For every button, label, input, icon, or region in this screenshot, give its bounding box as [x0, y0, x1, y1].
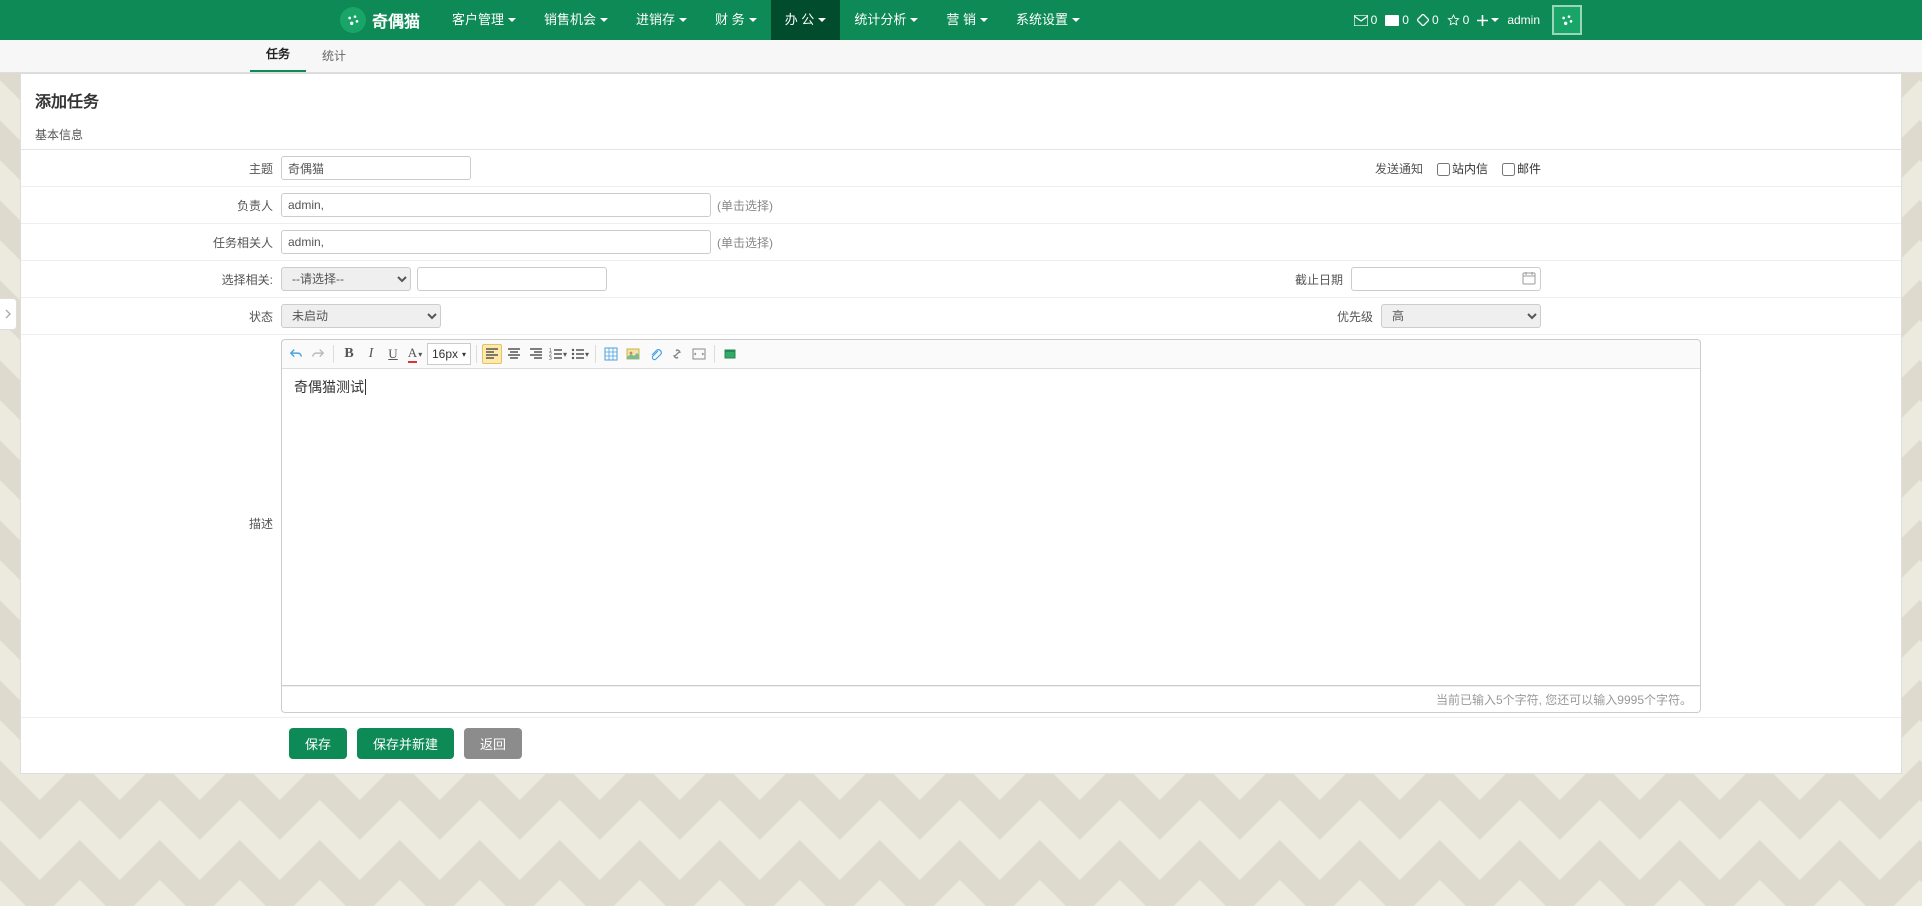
editor-body[interactable]: 奇偶猫测试 [281, 369, 1701, 686]
chevron-right-icon [3, 309, 13, 319]
fontsize-select[interactable]: 16px▾ [427, 343, 471, 365]
card-icon [1385, 15, 1399, 26]
align-right-icon[interactable] [526, 344, 546, 364]
nav-card[interactable]: 0 [1385, 13, 1409, 27]
link-icon[interactable] [667, 344, 687, 364]
subtab-1[interactable]: 统计 [306, 39, 362, 72]
checkbox-site[interactable] [1437, 163, 1450, 176]
nav-item-7[interactable]: 系统设置 [1002, 0, 1094, 40]
editor-charcount: 当前已输入5个字符, 您还可以输入9995个字符。 [281, 686, 1701, 713]
nav-item-6[interactable]: 营 销 [932, 0, 1002, 40]
section-basic-info: 基本信息 [21, 122, 1901, 150]
label-status: 状态 [21, 308, 281, 325]
owner-input[interactable] [281, 193, 711, 217]
nav-star[interactable]: 0 [1447, 13, 1470, 27]
nav-item-2[interactable]: 进销存 [622, 0, 701, 40]
nav-diamond[interactable]: 0 [1417, 13, 1439, 27]
fontcolor-icon[interactable]: A▾ [405, 344, 425, 364]
subnav: 任务统计 [0, 40, 1922, 73]
caret-down-icon [980, 18, 988, 22]
relation-select[interactable]: --请选择-- [281, 267, 411, 291]
nav-item-0[interactable]: 客户管理 [438, 0, 530, 40]
status-select[interactable]: 未启动 [281, 304, 441, 328]
checkbox-mail-wrap[interactable]: 邮件 [1496, 160, 1541, 177]
label-related: 任务相关人 [21, 234, 281, 251]
save-and-new-button[interactable]: 保存并新建 [357, 728, 454, 759]
label-owner: 负责人 [21, 197, 281, 214]
caret-down-icon [1072, 18, 1080, 22]
subtab-0[interactable]: 任务 [250, 37, 306, 72]
checkbox-site-wrap[interactable]: 站内信 [1431, 160, 1488, 177]
bold-icon[interactable]: B [339, 344, 359, 364]
calendar-icon[interactable] [1522, 271, 1536, 288]
back-button[interactable]: 返回 [464, 728, 522, 759]
label-subject: 主题 [21, 160, 281, 177]
unordered-list-icon[interactable]: ▾ [570, 344, 590, 364]
caret-down-icon [508, 18, 516, 22]
nav-user[interactable]: admin [1507, 13, 1540, 27]
caret-down-icon [679, 18, 687, 22]
nav-item-5[interactable]: 统计分析 [840, 0, 932, 40]
related-hint: (单击选择) [717, 234, 773, 251]
nav-item-3[interactable]: 财 务 [701, 0, 771, 40]
owner-hint: (单击选择) [717, 197, 773, 214]
ordered-list-icon[interactable]: 123▾ [548, 344, 568, 364]
plus-icon [1477, 15, 1488, 26]
nav-item-1[interactable]: 销售机会 [530, 0, 622, 40]
underline-icon[interactable]: U [383, 344, 403, 364]
main-menu: 客户管理 销售机会 进销存 财 务 办 公 统计分析 营 销 系统设置 [438, 0, 1094, 40]
undo-icon[interactable] [286, 344, 306, 364]
align-center-icon[interactable] [504, 344, 524, 364]
italic-icon[interactable]: I [361, 344, 381, 364]
avatar-icon [1559, 12, 1575, 28]
save-button[interactable]: 保存 [289, 728, 347, 759]
label-deadline: 截止日期 [1253, 271, 1351, 288]
caret-down-icon [910, 18, 918, 22]
table-icon[interactable] [601, 344, 621, 364]
editor-toolbar: B I U A▾ 16px▾ 123▾ ▾ [281, 339, 1701, 369]
nav-mail[interactable]: 0 [1354, 13, 1378, 27]
attachment-icon[interactable] [645, 344, 665, 364]
fullscreen-icon[interactable] [720, 344, 740, 364]
image-icon[interactable] [623, 344, 643, 364]
caret-down-icon [600, 18, 608, 22]
diamond-icon [1417, 14, 1429, 26]
checkbox-mail[interactable] [1502, 163, 1515, 176]
redo-icon[interactable] [308, 344, 328, 364]
side-expander[interactable] [0, 298, 17, 330]
code-icon[interactable] [689, 344, 709, 364]
label-notify: 发送通知 [1333, 160, 1431, 177]
relation-value-input[interactable] [417, 267, 607, 291]
label-relation: 选择相关: [21, 271, 281, 288]
brand-text: 奇偶猫 [372, 8, 420, 32]
caret-down-icon [749, 18, 757, 22]
align-left-icon[interactable] [482, 344, 502, 364]
avatar[interactable] [1552, 5, 1582, 35]
brand[interactable]: 奇偶猫 [340, 7, 420, 33]
brand-logo-icon [340, 7, 366, 33]
nav-item-4[interactable]: 办 公 [771, 0, 841, 40]
label-desc: 描述 [21, 335, 281, 717]
priority-select[interactable]: 高 [1381, 304, 1541, 328]
mail-icon [1354, 15, 1368, 26]
caret-down-icon [818, 18, 826, 22]
caret-down-icon [1491, 18, 1499, 22]
deadline-input[interactable] [1351, 267, 1541, 291]
star-icon [1447, 14, 1460, 27]
subject-input[interactable] [281, 156, 471, 180]
label-priority: 优先级 [1283, 308, 1381, 325]
svg-text:3: 3 [549, 356, 552, 361]
nav-add[interactable] [1477, 15, 1499, 26]
related-input[interactable] [281, 230, 711, 254]
page-title: 添加任务 [21, 74, 1901, 122]
